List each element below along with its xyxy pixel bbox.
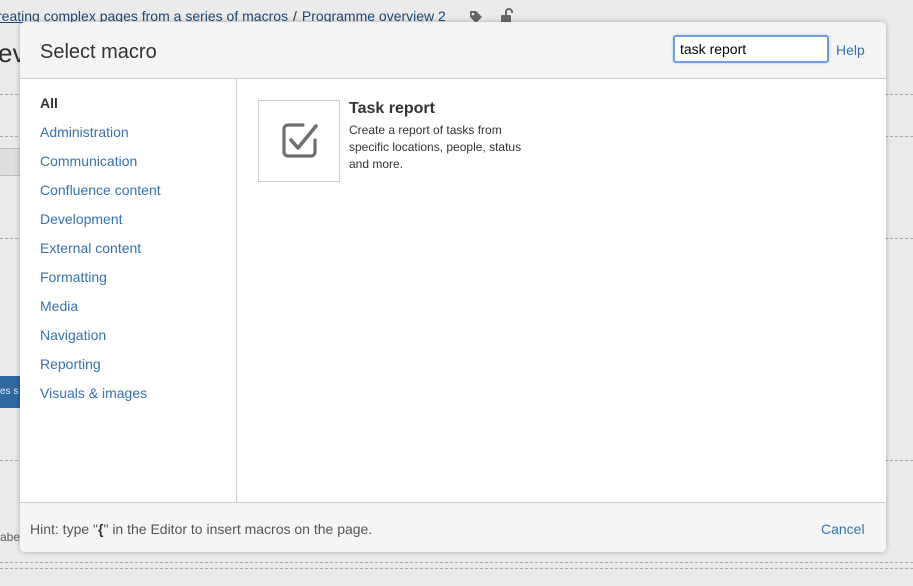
checkbox-checked-icon [282,123,318,158]
cancel-button[interactable]: Cancel [821,521,865,537]
hint-suffix: " in the Editor to insert macros on the … [103,521,373,537]
macro-search-input[interactable] [673,35,829,63]
category-item-reporting[interactable]: Reporting [40,356,161,385]
category-item-navigation[interactable]: Navigation [40,327,161,356]
category-item-visuals-images[interactable]: Visuals & images [40,385,161,414]
dialog-title: Select macro [40,41,157,63]
macro-icon-frame [258,100,340,182]
hint-text: Hint: type "{" in the Editor to insert m… [30,521,372,537]
category-item-formatting[interactable]: Formatting [40,269,161,298]
dialog-footer: Hint: type "{" in the Editor to insert m… [20,502,886,552]
category-sidebar: All Administration Communication Confluence… [20,79,237,502]
help-link[interactable]: Help [836,42,865,58]
category-item-administration[interactable]: Administration [40,124,161,153]
category-item-external-content[interactable]: External content [40,240,161,269]
category-item-communication[interactable]: Communication [40,153,161,182]
macro-name: Task report [349,100,435,117]
category-item-all[interactable]: All [40,95,161,124]
macro-results: Task report Create a report of tasks fro… [237,79,886,502]
macro-item-task-report[interactable]: Task report Create a report of tasks fro… [258,100,558,184]
category-item-confluence-content[interactable]: Confluence content [40,182,161,211]
macro-description: Create a report of tasks from specific l… [349,123,522,171]
category-item-media[interactable]: Media [40,298,161,327]
hint-prefix: Hint: type " [30,521,98,537]
category-list: All Administration Communication Confluence… [40,95,161,414]
category-item-development[interactable]: Development [40,211,161,240]
dialog-header: Select macro Help [20,22,886,79]
select-macro-dialog: Select macro Help AllAdministrationCommu… [20,22,886,552]
